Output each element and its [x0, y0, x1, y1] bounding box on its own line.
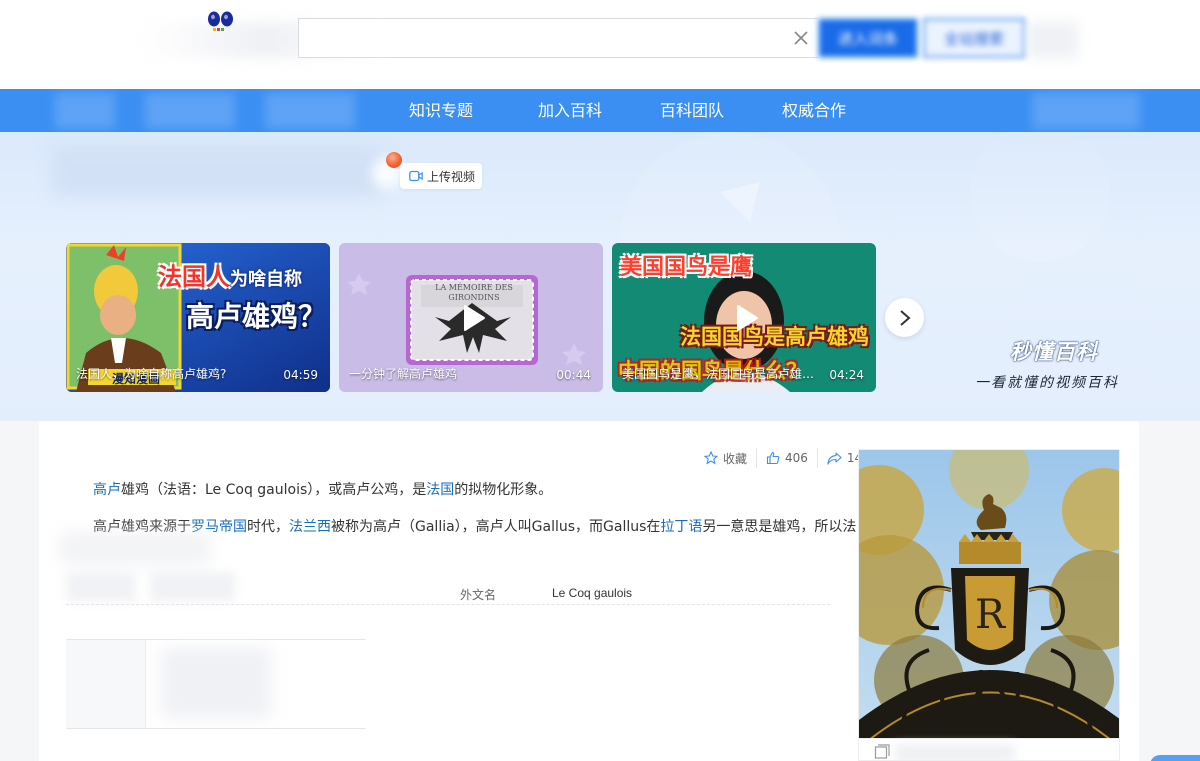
link-gaulu[interactable]: 高卢 — [93, 482, 121, 498]
catalog-items-blurred — [161, 648, 271, 718]
catalog-box — [66, 639, 366, 729]
text-span: 时代， — [247, 519, 289, 535]
video-duration: 04:24 — [829, 368, 864, 382]
share-button[interactable]: 14 — [827, 451, 862, 465]
divider — [756, 448, 758, 468]
nav-baike-team[interactable]: 百科团队 — [660, 89, 724, 132]
video-banner: 上传视频 法国人为啥自称 高卢雄鸡？ 漫知漫画 法国人，为啥自称高卢雄鸡? 04… — [0, 132, 1200, 421]
video-card[interactable]: 美国国鸟是鹰 法国国鸟是高卢雄鸡 中国的国鸟是什么？ 美国国鸟是鹰，法国国鸟是高… — [612, 243, 876, 392]
video-title: 一分钟了解高卢雄鸡 — [349, 367, 458, 381]
banner-title-blurred — [52, 146, 382, 196]
album-text-blurred — [895, 744, 1015, 761]
video-duration: 04:59 — [283, 368, 318, 382]
catalog-header — [66, 640, 146, 728]
summary-image[interactable]: R — [858, 449, 1120, 739]
video-title: 美国国鸟是鹰，法国国鸟是高卢雄鸡… — [622, 367, 822, 381]
album-icon — [874, 744, 890, 759]
nav-knowledge-topics[interactable]: 知识专题 — [409, 89, 473, 132]
link-latin[interactable]: 拉丁语 — [660, 519, 702, 535]
upload-video-label: 上传视频 — [427, 169, 476, 184]
star-icon — [704, 451, 718, 465]
next-video-button[interactable] — [885, 298, 924, 337]
chevron-right-icon — [899, 309, 911, 326]
gate-with-rooster-image: R — [859, 450, 1119, 738]
text-span: 另一意思是雄鸡，所以法 — [702, 519, 857, 535]
floating-action-button[interactable] — [1150, 755, 1200, 761]
svg-text:R: R — [975, 592, 1007, 638]
nav-authority-cooperation[interactable]: 权威合作 — [782, 89, 846, 132]
play-icon — [737, 305, 758, 331]
site-search-button[interactable]: 全站搜索 — [923, 18, 1025, 58]
nav-blurred-item — [145, 93, 235, 129]
video-title: 法国人，为啥自称高卢雄鸡? — [76, 367, 227, 381]
favorite-label: 收藏 — [723, 451, 748, 466]
video-card[interactable]: LA MÉMOIRE DES GIRONDINS 一分钟了解高卢雄鸡 00:44 — [339, 243, 603, 392]
link-francia[interactable]: 法兰西 — [289, 519, 331, 535]
action-bar: 收藏 406 14 — [704, 448, 862, 468]
infobox-divider — [66, 604, 830, 605]
like-count: 406 — [785, 451, 808, 465]
thumb-3-text-b: 法国国鸟是高卢雄鸡 — [680, 325, 869, 349]
top-nav: 知识专题 加入百科 百科团队 权威合作 — [0, 89, 1200, 132]
share-arrow-icon — [827, 451, 842, 465]
baike-logo-icon[interactable] — [205, 10, 237, 34]
text-span: 被称为高卢（Gallia），高卢人叫Gallus，而Gallus在 — [331, 519, 661, 535]
text-span: 雄鸡（法语：Le Coq gaulois），或高卢公鸡，是 — [121, 482, 427, 498]
nav-blurred-item — [55, 93, 115, 129]
nav-join-baike[interactable]: 加入百科 — [538, 89, 602, 132]
enter-entry-button[interactable]: 进入词条 — [818, 18, 918, 58]
blurred-region — [150, 572, 235, 602]
favorite-button[interactable]: 收藏 — [704, 450, 747, 467]
thumb-2-plaque: LA MÉMOIRE DES GIRONDINS — [435, 283, 513, 302]
link-france[interactable]: 法国 — [426, 482, 454, 498]
nav-blurred-item — [265, 93, 355, 129]
thumb-3-text-a: 美国国鸟是鹰 — [620, 255, 753, 280]
header-right-blurred — [1028, 22, 1078, 58]
header: 进入词条 全站搜索 — [0, 0, 1200, 89]
summary-paragraph-1: 高卢雄鸡（法语：Le Coq gaulois），或高卢公鸡，是法国的拟物化形象。 — [93, 479, 552, 499]
play-icon — [464, 305, 485, 331]
divider — [816, 448, 818, 468]
infobox-label: 外文名 — [460, 588, 497, 602]
brand-slogan: 一看就懂的视频百科 — [975, 375, 1119, 391]
miaodong-baike-logo: 秒懂百科 — [1010, 339, 1098, 364]
video-camera-icon — [409, 170, 423, 182]
thumb-1-text-b: 高卢雄鸡？ — [186, 300, 327, 333]
clear-search-icon[interactable] — [792, 29, 810, 47]
video-duration: 00:44 — [556, 368, 591, 382]
search-box — [298, 18, 818, 58]
video-card[interactable]: 法国人为啥自称 高卢雄鸡？ 漫知漫画 法国人，为啥自称高卢雄鸡? 04:59 — [66, 243, 330, 392]
text-span: 的拟物化形象。 — [454, 482, 553, 498]
upload-video-button[interactable]: 上传视频 — [400, 163, 482, 189]
thumbs-up-icon — [766, 451, 780, 465]
blurred-region — [60, 532, 210, 564]
blurred-region — [66, 572, 136, 602]
thumb-1-text-a: 法国人为啥自称 — [158, 263, 302, 291]
search-input[interactable] — [309, 27, 769, 51]
infobox-value: Le Coq gaulois — [552, 586, 633, 600]
nav-blurred-user — [1032, 93, 1140, 129]
like-button[interactable]: 406 — [766, 451, 808, 465]
